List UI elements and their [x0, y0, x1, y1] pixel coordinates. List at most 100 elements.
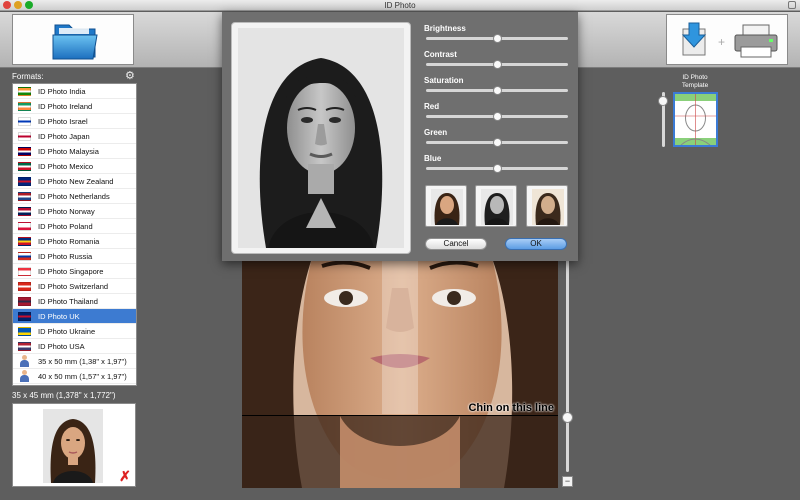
flag-israel-icon [18, 116, 31, 126]
format-item-label: ID Photo Poland [38, 221, 93, 231]
slider-label: Saturation [424, 76, 464, 85]
format-item[interactable]: 40 x 50 mm (1,57" x 1,97") [13, 369, 136, 384]
id-photo-template-thumbnail[interactable] [673, 92, 718, 147]
format-item-label: 35 x 50 mm (1,38" x 1,97") [38, 356, 127, 366]
format-item-label: 40 x 50 mm (1,57" x 1,97") [38, 371, 127, 381]
person-icon [18, 370, 31, 382]
format-item-label: ID Photo Ukraine [38, 326, 96, 336]
preview-frame [231, 22, 411, 254]
flag-netherlands-icon [18, 191, 31, 201]
flag-thailand-icon [18, 296, 31, 306]
sepia-preset-button[interactable] [526, 185, 568, 227]
format-item-label: ID Photo Singapore [38, 266, 104, 276]
format-item[interactable]: ID Photo Singapore [13, 264, 136, 279]
zoom-slider-track[interactable] [566, 260, 569, 472]
format-item[interactable]: ID Photo UK [13, 309, 136, 324]
flag-malaysia-icon [18, 146, 31, 156]
format-item[interactable]: ID Photo Poland [13, 219, 136, 234]
fullscreen-icon[interactable] [788, 1, 796, 9]
format-item-label: ID Photo Russia [38, 251, 93, 261]
format-item-label: ID Photo Romania [38, 236, 100, 246]
main-photo-canvas[interactable]: Chin on this line [242, 258, 558, 488]
photo-thumbnail [43, 409, 103, 483]
format-item-label: ID Photo Switzerland [38, 281, 109, 291]
slider-knob[interactable] [493, 86, 502, 95]
slider-label: Brightness [424, 24, 466, 33]
zoom-out-button[interactable]: − [562, 476, 573, 487]
gear-icon[interactable]: ⚙ [125, 70, 137, 82]
format-item-label: ID Photo Malaysia [38, 146, 99, 156]
flag-poland-icon [18, 221, 31, 231]
person-icon [18, 355, 31, 367]
format-item[interactable]: ID Photo USA [13, 339, 136, 354]
open-photo-button[interactable] [12, 14, 134, 65]
cancel-button[interactable]: Cancel [425, 238, 487, 250]
format-item[interactable]: ID Photo New Zealand [13, 174, 136, 189]
flag-japan-icon [18, 131, 31, 141]
format-item[interactable]: ID Photo Ireland [13, 99, 136, 114]
slider-knob[interactable] [493, 60, 502, 69]
format-item[interactable]: ID Photo India [13, 84, 136, 99]
svg-text:+: + [718, 35, 725, 49]
format-item[interactable]: ID Photo Ukraine [13, 324, 136, 339]
flag-usa-icon [18, 341, 31, 351]
ok-button[interactable]: OK [505, 238, 567, 250]
window-title: ID Photo [384, 1, 416, 10]
format-item-label: ID Photo Thailand [38, 296, 98, 306]
flag-russia-icon [18, 251, 31, 261]
format-item[interactable]: ID Photo Norway [13, 204, 136, 219]
format-item[interactable]: ID Photo Romania [13, 234, 136, 249]
format-item[interactable]: ID Photo Japan [13, 129, 136, 144]
format-item[interactable]: ID Photo Netherlands [13, 189, 136, 204]
format-item-label: ID Photo Ireland [38, 101, 93, 111]
format-item-label: ID Photo Netherlands [38, 191, 110, 201]
chin-guide-label: Chin on this line [468, 402, 554, 414]
grayscale-preset-button[interactable] [475, 185, 517, 227]
slider-knob[interactable] [493, 112, 502, 121]
format-item[interactable]: ID Photo Malaysia [13, 144, 136, 159]
slider-knob[interactable] [493, 138, 502, 147]
format-item[interactable]: ID Photo Israel [13, 114, 136, 129]
flag-ukraine-icon [18, 326, 31, 336]
format-item-label: ID Photo UK [38, 311, 80, 321]
flag-romania-icon [18, 236, 31, 246]
format-item[interactable]: ID Photo Switzerland [13, 279, 136, 294]
format-item[interactable]: ID Photo Russia [13, 249, 136, 264]
flag-switzerland-icon [18, 281, 31, 291]
format-item-label: ID Photo Norway [38, 206, 95, 216]
flag-new-zealand-icon [18, 176, 31, 186]
chin-guide-line [242, 415, 558, 416]
format-item-label: ID Photo Israel [38, 116, 88, 126]
delete-photo-icon[interactable]: ✗ [117, 468, 133, 484]
format-item-label: ID Photo India [38, 86, 86, 96]
flag-india-icon [18, 86, 31, 96]
flag-singapore-icon [18, 266, 31, 276]
template-label: ID Photo Template [681, 74, 709, 89]
format-item[interactable]: 35 x 50 mm (1,38" x 1,97") [13, 354, 136, 369]
format-item-label: ID Photo USA [38, 341, 85, 351]
flag-norway-icon [18, 206, 31, 216]
download-print-icon: + [681, 22, 778, 58]
folder-icon [52, 24, 98, 60]
zoom-slider-knob[interactable] [562, 412, 573, 423]
slider-label: Green [424, 128, 448, 137]
preview-photo [238, 28, 404, 248]
slider-label: Red [424, 102, 440, 111]
format-item[interactable]: ID Photo Thailand [13, 294, 136, 309]
slider-knob[interactable] [493, 164, 502, 173]
slider-knob[interactable] [493, 34, 502, 43]
photo-thumbnail-box[interactable]: ✗ [12, 403, 136, 487]
flag-ireland-icon [18, 101, 31, 111]
format-item-label: ID Photo Japan [38, 131, 90, 141]
export-print-button[interactable]: + [666, 14, 788, 65]
adjustments-sheet: Brightness Contrast Saturation Red Green Blue [222, 12, 578, 261]
title-bar: ID Photo [0, 0, 800, 11]
formats-list[interactable]: ID Photo India ID Photo Ireland ID Photo I… [12, 83, 137, 386]
formats-label: Formats: [12, 72, 44, 81]
template-slider-knob[interactable] [658, 96, 668, 106]
slider-label: Contrast [424, 50, 457, 59]
flag-mexico-icon [18, 161, 31, 171]
slider-label: Blue [424, 154, 442, 163]
color-preset-button[interactable] [425, 185, 467, 227]
format-item[interactable]: ID Photo Mexico [13, 159, 136, 174]
